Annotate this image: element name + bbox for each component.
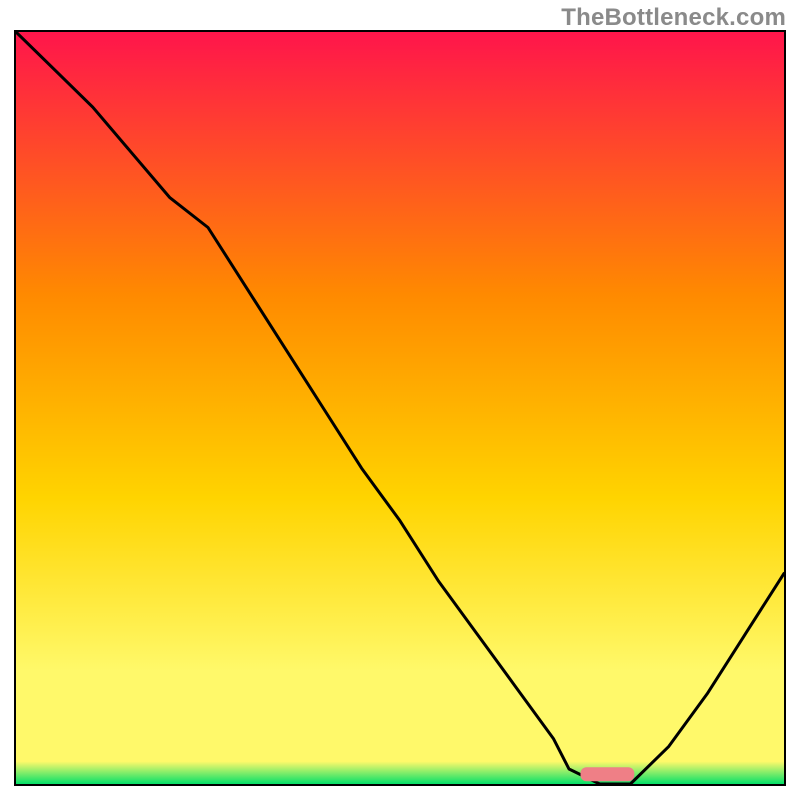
bottleneck-chart [16, 32, 784, 784]
gradient-background [16, 32, 784, 784]
optimal-zone-marker [581, 767, 635, 781]
watermark-label: TheBottleneck.com [561, 4, 786, 32]
